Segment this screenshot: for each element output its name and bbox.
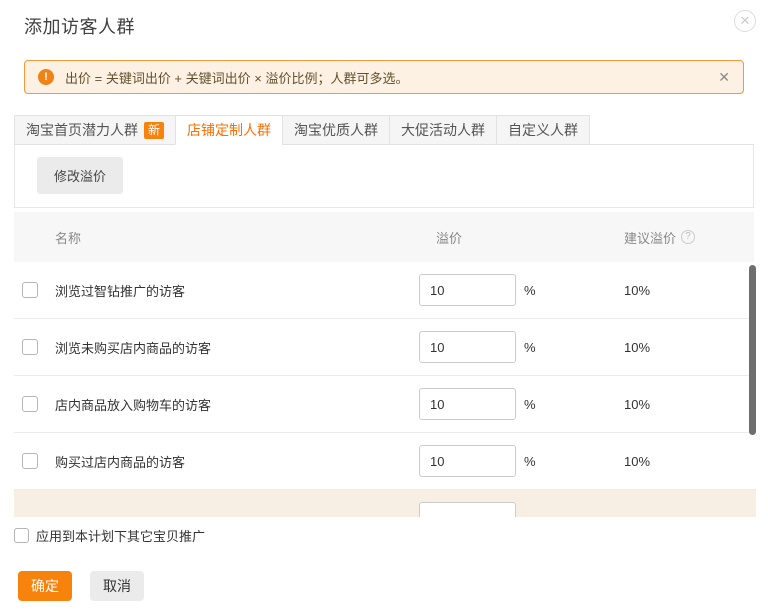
page-title: 添加访客人群 [0,0,768,39]
percent-suffix: % [524,283,536,298]
header-premium: 溢价 [419,228,624,247]
premium-input[interactable] [419,445,516,477]
apply-to-plan-row: 应用到本计划下其它宝贝推广 [14,526,768,545]
audience-name: 浏览过智钻推广的访客 [55,281,419,300]
header-suggested: 建议溢价 ? [624,228,754,247]
audience-tabs: 淘宝首页潜力人群 新 店铺定制人群 淘宝优质人群 大促活动人群 自定义人群 [14,115,754,145]
table-row: 浏览未购买店内商品的访客 % 10% [14,319,756,376]
suggested-premium: 10% [624,454,754,469]
tab-taobao-quality[interactable]: 淘宝优质人群 [282,115,390,145]
tab-toolbar: 修改溢价 [14,145,754,208]
premium-input[interactable] [419,274,516,306]
table-row-partial [14,490,756,517]
suggested-premium: 10% [624,340,754,355]
table-row: 店内商品放入购物车的访客 % 10% [14,376,756,433]
edit-premium-button[interactable]: 修改溢价 [37,157,123,194]
suggested-premium: 10% [624,283,754,298]
premium-input[interactable] [419,502,516,517]
new-badge: 新 [144,122,164,139]
tab-custom-audience[interactable]: 自定义人群 [496,115,590,145]
tab-label: 大促活动人群 [401,116,485,144]
scrollbar-thumb[interactable] [749,265,756,435]
premium-input[interactable] [419,388,516,420]
audience-name: 浏览未购买店内商品的访客 [55,338,419,357]
tab-label: 店铺定制人群 [187,116,271,144]
header-name: 名称 [14,228,419,247]
tab-label: 自定义人群 [508,116,578,144]
tab-label: 淘宝优质人群 [294,116,378,144]
row-checkbox[interactable] [22,339,38,355]
apply-checkbox[interactable] [14,528,29,543]
percent-suffix: % [524,340,536,355]
row-checkbox[interactable] [22,453,38,469]
close-icon[interactable]: ✕ [734,10,756,32]
confirm-button[interactable]: 确定 [18,571,72,601]
audience-name: 店内商品放入购物车的访客 [55,395,419,414]
header-suggested-label: 建议溢价 [624,228,676,247]
alert-icon: ! [38,69,54,85]
audience-table-body: 浏览过智钻推广的访客 % 10% 浏览未购买店内商品的访客 % 10% 店内商品… [14,262,756,517]
notice-text: 出价 = 关键词出价 + 关键词出价 × 溢价比例；人群可多选。 [65,68,408,87]
tab-label: 淘宝首页潜力人群 [26,116,138,144]
tab-taobao-homepage-potential[interactable]: 淘宝首页潜力人群 新 [14,115,176,145]
footer-actions: 确定 取消 [18,571,768,601]
premium-input[interactable] [419,331,516,363]
row-checkbox[interactable] [22,282,38,298]
table-row: 购买过店内商品的访客 % 10% [14,433,756,490]
bid-formula-notice: ! 出价 = 关键词出价 + 关键词出价 × 溢价比例；人群可多选。 ✕ [24,60,744,94]
cancel-button[interactable]: 取消 [90,571,144,601]
help-icon[interactable]: ? [681,230,695,244]
tab-shop-custom[interactable]: 店铺定制人群 [175,115,283,145]
tab-promotion-event[interactable]: 大促活动人群 [389,115,497,145]
apply-label: 应用到本计划下其它宝贝推广 [36,526,205,545]
audience-name: 购买过店内商品的访客 [55,452,419,471]
notice-close-icon[interactable]: ✕ [718,70,730,84]
table-row: 浏览过智钻推广的访客 % 10% [14,262,756,319]
table-header: 名称 溢价 建议溢价 ? [14,212,754,262]
percent-suffix: % [524,454,536,469]
percent-suffix: % [524,397,536,412]
row-checkbox[interactable] [22,396,38,412]
suggested-premium: 10% [624,397,754,412]
